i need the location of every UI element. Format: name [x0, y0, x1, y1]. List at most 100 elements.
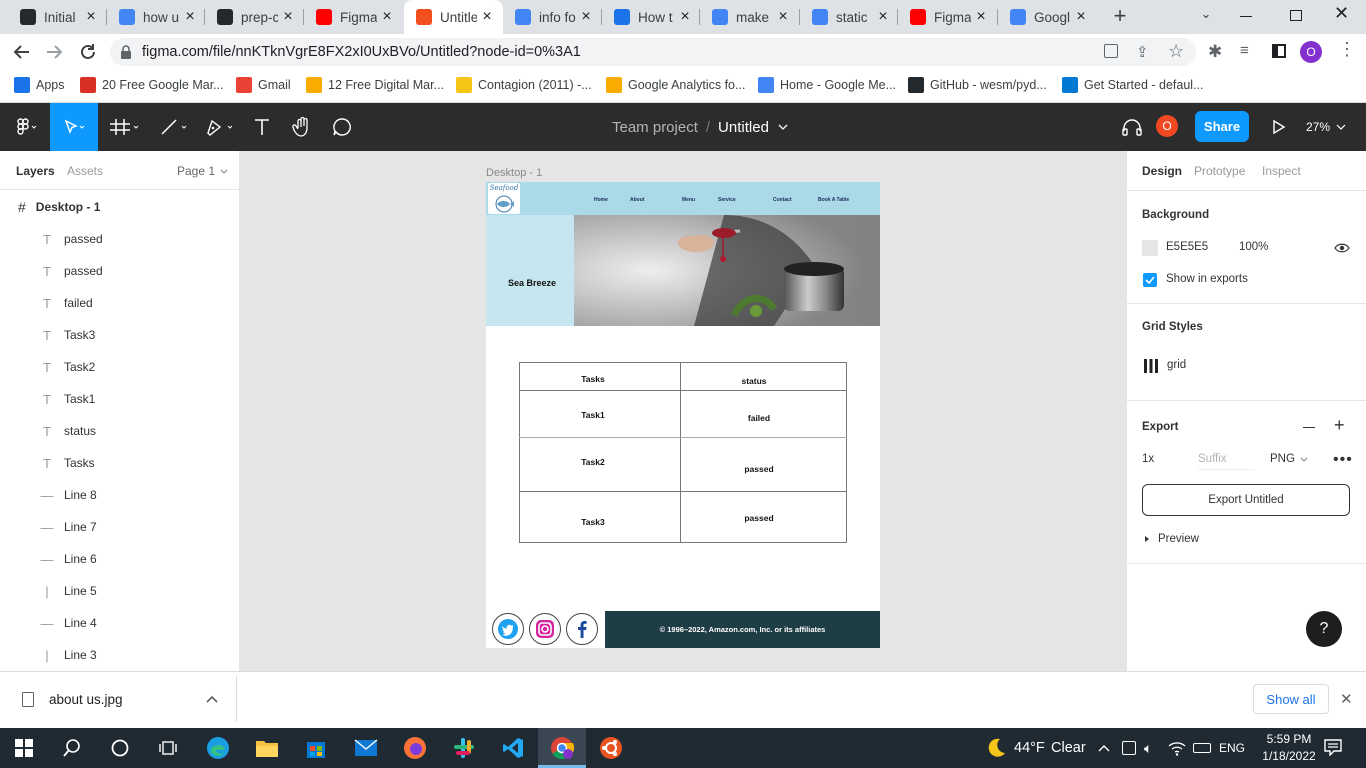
browser-tab[interactable]: Initial ×: [8, 0, 107, 34]
headphones-icon[interactable]: [1116, 103, 1148, 151]
browser-tab[interactable]: Figma ×: [304, 0, 403, 34]
help-button[interactable]: ?: [1306, 611, 1342, 647]
notifications-icon[interactable]: [1324, 739, 1342, 756]
show-all-button[interactable]: Show all: [1253, 684, 1329, 714]
page-selector[interactable]: Page 1: [177, 164, 230, 178]
layer-row[interactable]: T Tasks: [0, 447, 239, 479]
bookmark-item[interactable]: Contagion (2011) -...: [456, 76, 592, 94]
pen-tool[interactable]: [198, 103, 238, 151]
bookmark-item[interactable]: GitHub - wesm/pyd...: [908, 76, 1047, 94]
back-button[interactable]: [10, 40, 34, 64]
layer-row[interactable]: T Task1: [0, 383, 239, 415]
file-name[interactable]: Untitled: [718, 119, 769, 136]
battery-icon[interactable]: [1193, 743, 1211, 753]
browser-tab[interactable]: how u ×: [107, 0, 206, 34]
volume-icon[interactable]: 🔈︎: [1144, 740, 1152, 757]
tab-design[interactable]: Design: [1142, 164, 1182, 178]
side-panel-icon[interactable]: [1272, 44, 1286, 58]
edge-icon[interactable]: [194, 728, 242, 768]
bookmark-item[interactable]: Apps: [14, 76, 65, 94]
slack-icon[interactable]: [440, 728, 488, 768]
bookmark-item[interactable]: Google Analytics fo...: [606, 76, 745, 94]
close-tab-icon[interactable]: ×: [773, 8, 793, 26]
hand-tool[interactable]: [286, 103, 318, 151]
grid-style-name[interactable]: grid: [1167, 359, 1186, 371]
share-page-icon[interactable]: ⇪: [1136, 43, 1149, 61]
new-tab-button[interactable]: +: [1108, 3, 1132, 28]
vscode-icon[interactable]: [489, 728, 537, 768]
frame-layer-row[interactable]: # Desktop - 1: [0, 191, 239, 223]
close-tab-icon[interactable]: ×: [477, 8, 497, 26]
search-icon[interactable]: [48, 728, 96, 768]
close-tab-icon[interactable]: ×: [180, 8, 200, 26]
zoom-level[interactable]: 27%: [1306, 103, 1348, 151]
tab-layers[interactable]: Layers: [16, 164, 55, 178]
layer-row[interactable]: T Task2: [0, 351, 239, 383]
windows-start-icon[interactable]: [0, 728, 48, 768]
layer-row[interactable]: Tstatus: [0, 415, 239, 447]
close-tab-icon[interactable]: ×: [1071, 8, 1091, 26]
bookmark-item[interactable]: 12 Free Digital Mar...: [306, 76, 444, 94]
ms-store-icon[interactable]: [292, 728, 340, 768]
figma-menu-button[interactable]: [6, 103, 46, 151]
browser-tab[interactable]: Googl ×: [998, 0, 1097, 34]
weather-condition[interactable]: Clear: [1051, 740, 1086, 756]
export-format-select[interactable]: PNG: [1270, 453, 1310, 465]
ubuntu-icon[interactable]: [587, 728, 635, 768]
bookmark-star-icon[interactable]: ☆: [1168, 41, 1184, 62]
export-button[interactable]: Export Untitled: [1142, 484, 1350, 516]
language-indicator[interactable]: ENG: [1219, 741, 1245, 755]
clock-time[interactable]: 5:59 PM: [1258, 732, 1320, 746]
layer-row[interactable]: | Line 5: [0, 575, 239, 607]
browser-tab[interactable]: make ×: [700, 0, 799, 34]
move-tool[interactable]: [50, 103, 98, 151]
browser-tab[interactable]: prep-c ×: [205, 0, 304, 34]
grid-style-icon[interactable]: [1143, 358, 1159, 374]
cortana-icon[interactable]: [96, 728, 144, 768]
background-opacity[interactable]: 100%: [1239, 241, 1268, 253]
chrome-taskbar-icon[interactable]: [538, 728, 586, 768]
close-tab-icon[interactable]: ×: [278, 8, 298, 26]
bookmark-item[interactable]: 20 Free Google Mar...: [80, 76, 224, 94]
clock-date[interactable]: 1/18/2022: [1256, 749, 1322, 763]
remove-export-button[interactable]: [1303, 427, 1315, 428]
export-scale[interactable]: 1x: [1142, 453, 1154, 465]
browser-tab[interactable]: info fo ×: [503, 0, 602, 34]
background-swatch[interactable]: [1142, 240, 1158, 256]
user-avatar[interactable]: O: [1156, 115, 1178, 137]
close-window-button[interactable]: ✕: [1334, 3, 1349, 24]
layer-row[interactable]: — Line 8: [0, 479, 239, 511]
tray-device-icon[interactable]: [1122, 741, 1136, 755]
desktop-frame[interactable]: Seafood Home About Menu Service Contact Book …: [486, 182, 880, 648]
export-more-icon[interactable]: •••: [1333, 452, 1353, 468]
layer-row[interactable]: Tpassed: [0, 255, 239, 287]
layer-row[interactable]: — Line 7: [0, 511, 239, 543]
lock-icon[interactable]: [120, 45, 132, 59]
chrome-menu-icon[interactable]: ⋮: [1338, 40, 1356, 58]
url-text[interactable]: figma.com/file/nnKTknVgrE8FX2xI0UxBVo/Un…: [142, 44, 581, 60]
export-suffix-input[interactable]: Suffix: [1198, 453, 1254, 470]
bookmark-item[interactable]: Home - Google Me...: [758, 76, 896, 94]
add-export-button[interactable]: +: [1334, 416, 1345, 434]
close-tab-icon[interactable]: ×: [81, 8, 101, 26]
layer-row[interactable]: | Line 3: [0, 639, 239, 671]
bookmark-item[interactable]: Gmail: [236, 76, 291, 94]
bookmark-item[interactable]: Get Started - defaul...: [1062, 76, 1204, 94]
close-tab-icon[interactable]: ×: [675, 8, 695, 26]
tab-assets[interactable]: Assets: [67, 164, 103, 178]
breadcrumb-team[interactable]: Team project: [612, 119, 698, 136]
close-downloads-icon[interactable]: ✕: [1340, 690, 1353, 708]
close-tab-icon[interactable]: ×: [873, 8, 893, 26]
file-explorer-icon[interactable]: [243, 728, 291, 768]
frame-label[interactable]: Desktop - 1: [486, 167, 542, 179]
show-in-exports-checkbox[interactable]: [1143, 273, 1157, 287]
share-button[interactable]: Share: [1195, 111, 1249, 142]
close-tab-icon[interactable]: ×: [377, 8, 397, 26]
layer-row[interactable]: Tfailed: [0, 287, 239, 319]
weather-moon-icon[interactable]: [984, 736, 1008, 760]
layer-row[interactable]: Tpassed: [0, 223, 239, 255]
media-control-icon[interactable]: ≡: [1240, 42, 1249, 59]
reload-button[interactable]: [76, 40, 100, 64]
text-tool[interactable]: [246, 103, 278, 151]
close-tab-icon[interactable]: ×: [576, 8, 596, 26]
